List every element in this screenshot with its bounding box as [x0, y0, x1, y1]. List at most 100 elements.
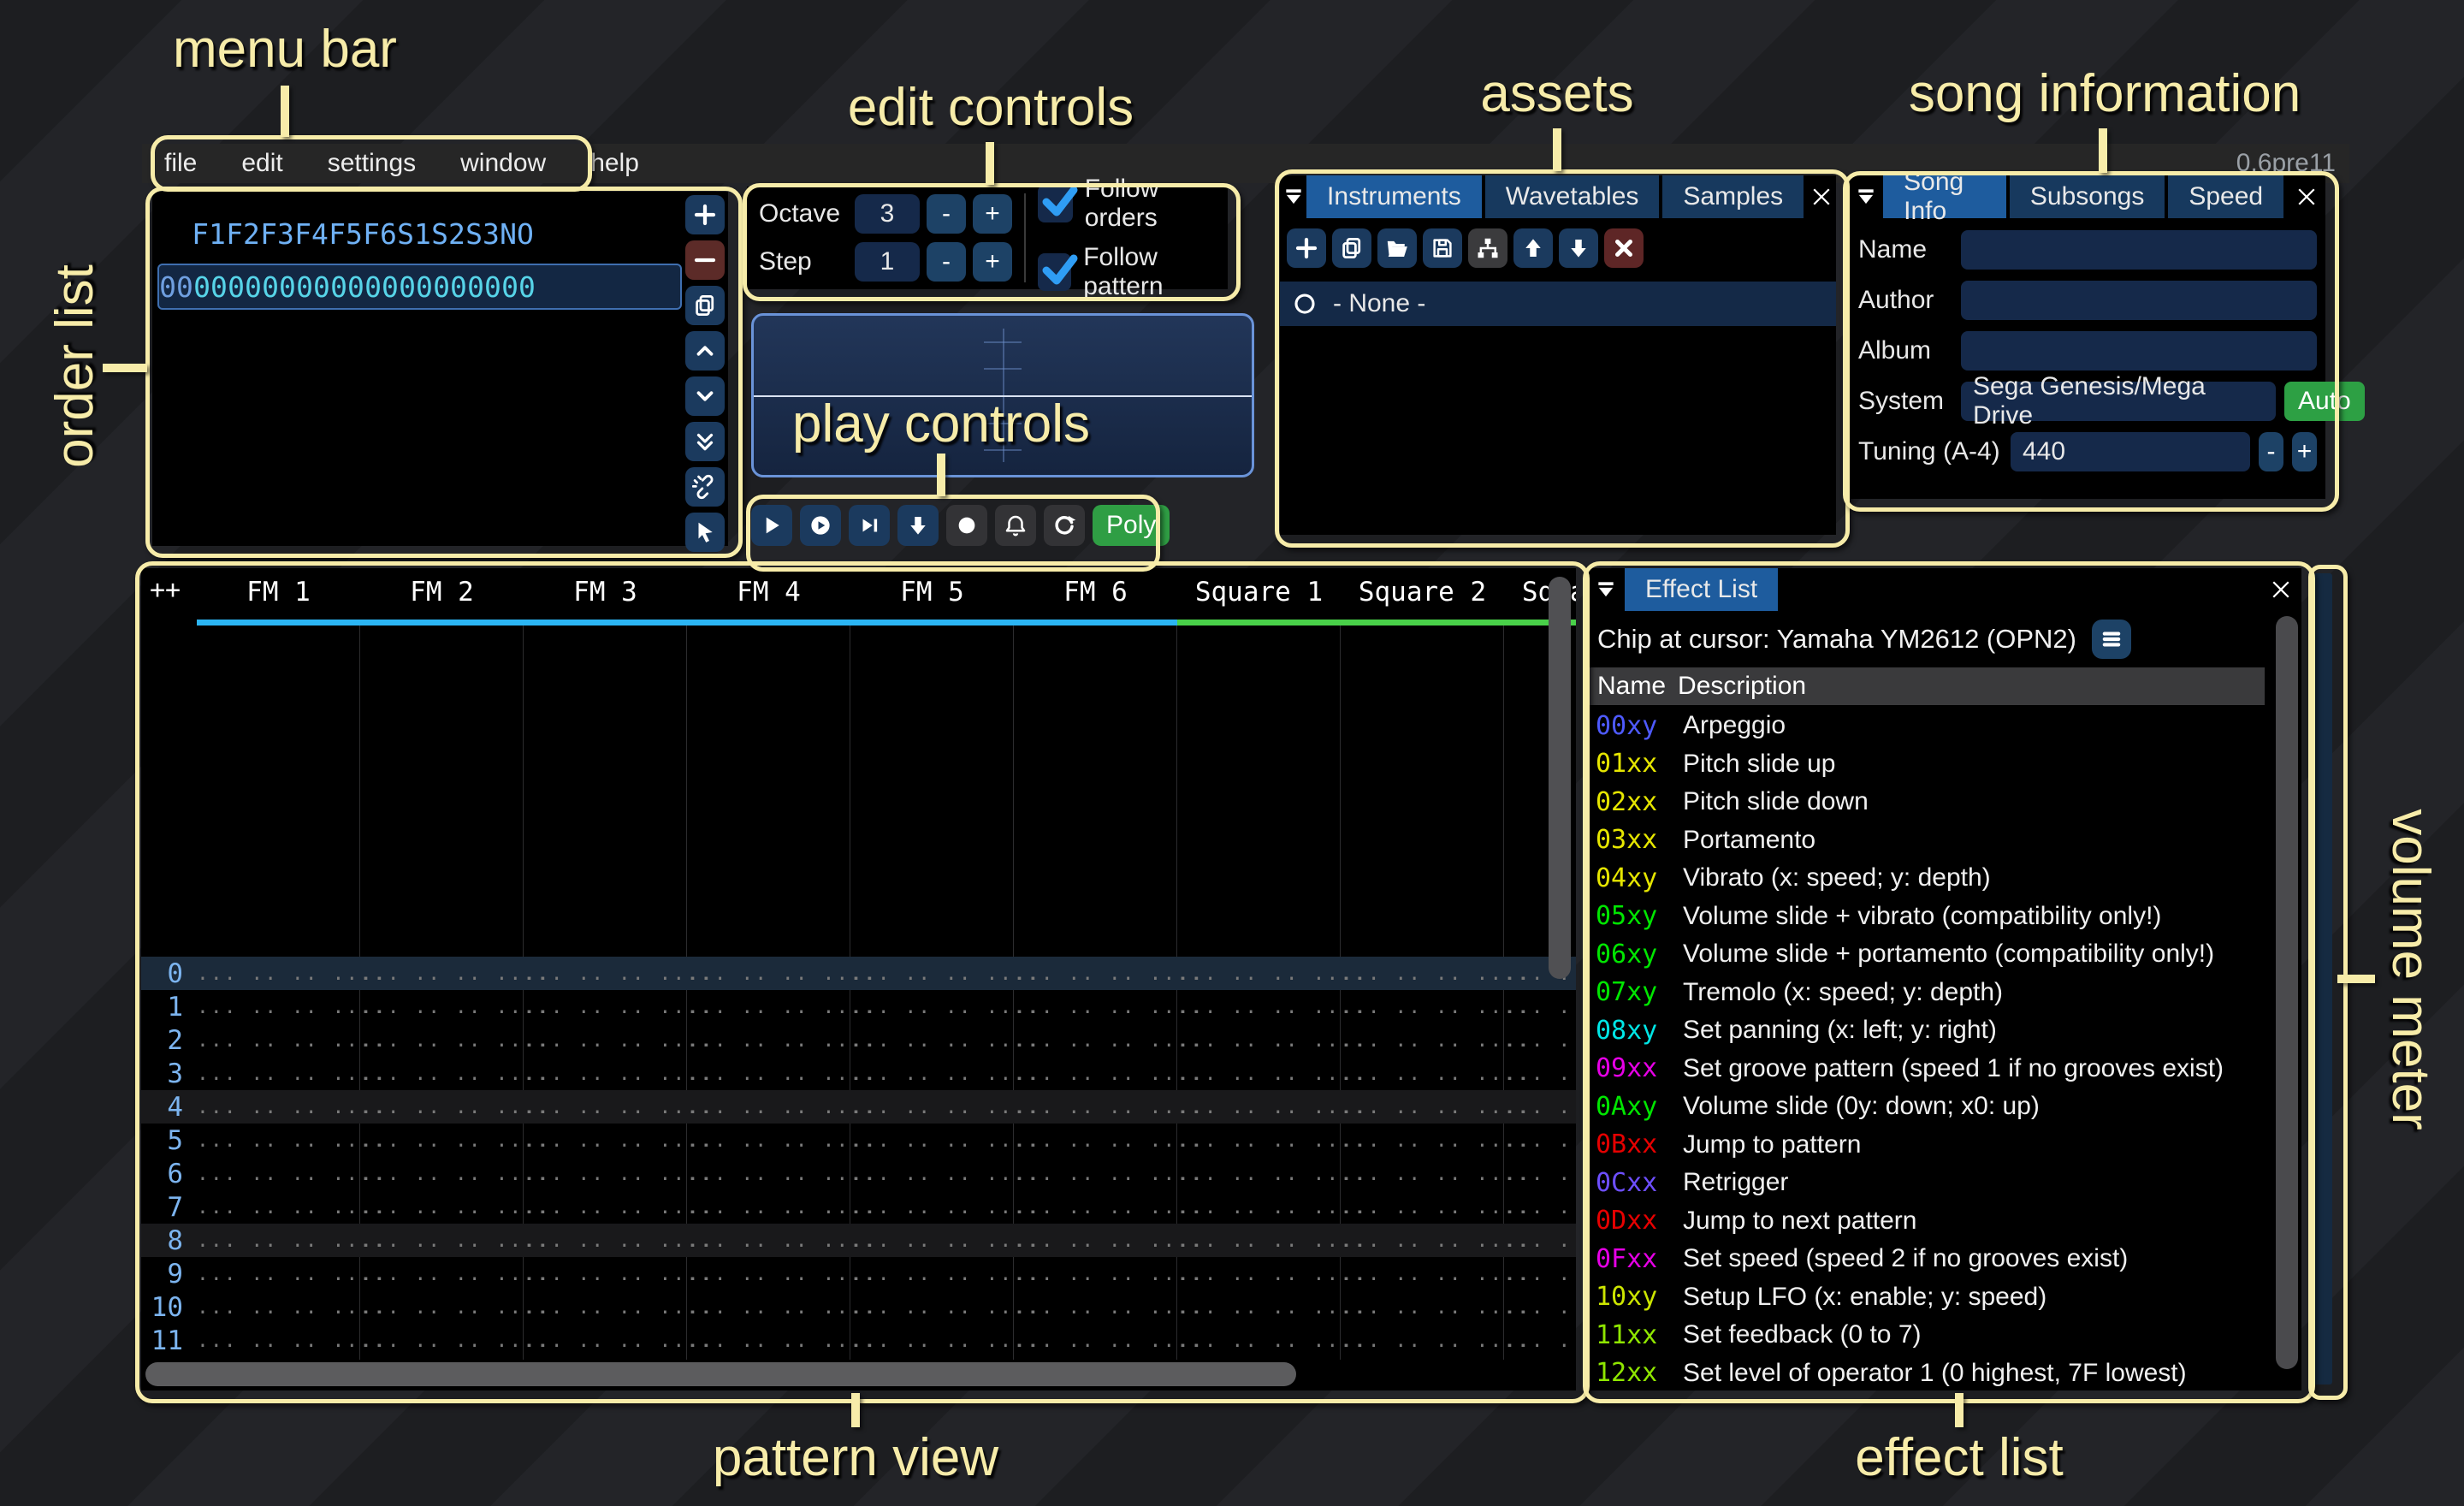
effect-row[interactable]: 0Cxx Retrigger — [1587, 1164, 2301, 1202]
order-cell[interactable]: 00 — [501, 270, 536, 304]
pattern-cell[interactable]: ... .. .. .... — [1014, 1263, 1177, 1285]
pattern-cell[interactable]: ... .. .. .... — [1177, 1063, 1341, 1085]
assets-tab[interactable]: Samples — [1662, 175, 1804, 218]
effect-row[interactable]: 02xx Pitch slide down — [1587, 783, 2301, 821]
pattern-cell[interactable]: ... .. .. .... — [1177, 1163, 1341, 1185]
pattern-cell[interactable]: ... .. .. .... — [524, 1296, 687, 1319]
pattern-cell[interactable]: ... .. .. .... — [687, 1263, 850, 1285]
pattern-row[interactable]: 2 ... .. .. ....... .. .. ....... .. .. … — [141, 1023, 1576, 1057]
pattern-cell[interactable]: ... .. .. .... — [850, 1063, 1014, 1085]
name-input[interactable] — [1961, 230, 2317, 270]
pattern-cell[interactable]: ... .. .. .... — [1504, 1263, 1576, 1285]
pattern-row[interactable]: 8 ... .. .. ....... .. .. ....... .. .. … — [141, 1224, 1576, 1257]
channel-header-cell[interactable]: FM 2 — [360, 568, 524, 628]
pattern-cell[interactable]: ... .. .. .... — [1177, 1230, 1341, 1252]
asset-directory-tree-button[interactable] — [1468, 228, 1507, 268]
tuning-decrement-button[interactable]: - — [2259, 432, 2283, 471]
effect-row[interactable]: 12xx Set level of operator 1 (0 highest,… — [1587, 1355, 2301, 1391]
pattern-cell[interactable]: ... .. .. .... — [1177, 1263, 1341, 1285]
effect-list-scrollbar[interactable] — [2276, 616, 2298, 1369]
pattern-cell[interactable]: ... .. .. .... — [850, 1096, 1014, 1118]
pattern-cell[interactable]: ... .. .. .... — [1177, 996, 1341, 1018]
pattern-cell[interactable]: ... .. .. .... — [360, 1230, 524, 1252]
channel-header-cell[interactable]: FM 5 — [850, 568, 1014, 628]
pattern-cell[interactable]: ... .. .. .... — [197, 1230, 360, 1252]
pattern-cell[interactable]: ... .. .. .... — [850, 1230, 1014, 1252]
pattern-cell[interactable]: ... .. .. .... — [360, 996, 524, 1018]
song-info-tab[interactable]: Subsongs — [2010, 175, 2165, 218]
pattern-cell[interactable]: ... .. .. .... — [1504, 1296, 1576, 1319]
step-increment-button[interactable]: + — [973, 242, 1012, 282]
effect-row[interactable]: 0Dxx Jump to next pattern — [1587, 1202, 2301, 1241]
pattern-cell[interactable]: ... .. .. .... — [687, 1163, 850, 1185]
order-cell[interactable]: 00 — [433, 270, 467, 304]
collapse-window-icon[interactable] — [1587, 568, 1625, 611]
pattern-cell[interactable]: ... .. .. .... — [1014, 1163, 1177, 1185]
pattern-cell[interactable]: ... .. .. .... — [1177, 1029, 1341, 1052]
album-input[interactable] — [1961, 331, 2317, 371]
effect-row[interactable]: 07xy Tremolo (x: speed; y: depth) — [1587, 974, 2301, 1012]
pattern-cell[interactable]: ... .. .. .... — [360, 1196, 524, 1218]
follow-pattern-checkbox[interactable] — [1038, 253, 1071, 291]
follow-orders-checkbox[interactable] — [1038, 185, 1073, 222]
pattern-row[interactable]: 0 ... .. .. ....... .. .. ....... .. .. … — [141, 957, 1576, 990]
pattern-cell[interactable]: ... .. .. .... — [524, 1263, 687, 1285]
order-cell[interactable]: 00 — [330, 270, 364, 304]
pattern-cell[interactable]: ... .. .. .... — [360, 1096, 524, 1118]
menu-item[interactable]: window — [438, 149, 568, 178]
collapse-window-icon[interactable] — [1848, 175, 1883, 218]
pattern-cell[interactable]: ... .. .. .... — [360, 963, 524, 985]
collapse-window-icon[interactable] — [1280, 175, 1306, 218]
order-move-down-button[interactable] — [685, 376, 725, 416]
pattern-cell[interactable]: ... .. .. .... — [197, 1330, 360, 1352]
menu-item[interactable]: help — [568, 149, 661, 178]
pattern-options-button[interactable]: ++ — [150, 575, 181, 605]
pattern-cell[interactable]: ... .. .. .... — [1014, 1029, 1177, 1052]
pattern-cell[interactable]: ... .. .. .... — [1341, 1130, 1504, 1152]
pattern-cell[interactable]: ... .. .. .... — [524, 1096, 687, 1118]
octave-decrement-button[interactable]: - — [927, 194, 966, 234]
pattern-cell[interactable]: ... .. .. .... — [524, 1029, 687, 1052]
pattern-cell[interactable]: ... .. .. .... — [850, 1029, 1014, 1052]
pattern-cell[interactable]: ... .. .. .... — [687, 1029, 850, 1052]
menu-item[interactable]: edit — [219, 149, 305, 178]
pattern-cell[interactable]: ... .. .. .... — [1177, 1330, 1341, 1352]
pattern-cell[interactable]: ... .. .. .... — [1341, 1196, 1504, 1218]
step-decrement-button[interactable]: - — [927, 242, 966, 282]
add-asset-button[interactable] — [1287, 228, 1326, 268]
order-deep-clone-unlink-button[interactable] — [685, 467, 725, 507]
pattern-cell[interactable]: ... .. .. .... — [1504, 1163, 1576, 1185]
pattern-cell[interactable]: ... .. .. .... — [850, 963, 1014, 985]
order-duplicate-button[interactable] — [685, 286, 725, 325]
effect-row[interactable]: 01xx Pitch slide up — [1587, 745, 2301, 784]
pattern-cell[interactable]: ... .. .. .... — [524, 1163, 687, 1185]
channel-header-cell[interactable]: FM 3 — [524, 568, 687, 628]
pattern-cell[interactable]: ... .. .. .... — [850, 996, 1014, 1018]
pattern-cell[interactable]: ... .. .. .... — [197, 1296, 360, 1319]
pattern-cell[interactable]: ... .. .. .... — [850, 1330, 1014, 1352]
pattern-cell[interactable]: ... .. .. .... — [1341, 996, 1504, 1018]
play-button[interactable] — [751, 505, 792, 546]
pattern-cell[interactable]: ... .. .. .... — [197, 996, 360, 1018]
effect-row[interactable]: 10xy Setup LFO (x: enable; y: speed) — [1587, 1278, 2301, 1317]
step-one-row-button[interactable] — [897, 505, 939, 546]
pattern-cell[interactable]: ... .. .. .... — [687, 963, 850, 985]
effect-row[interactable]: 11xx Set feedback (0 to 7) — [1587, 1316, 2301, 1355]
pattern-cell[interactable]: ... .. .. .... — [1504, 996, 1576, 1018]
menu-item[interactable]: file — [142, 149, 219, 178]
channel-header-cell[interactable]: FM 4 — [687, 568, 850, 628]
system-select[interactable]: Sega Genesis/Mega Drive — [1961, 382, 2276, 421]
pattern-cell[interactable]: ... .. .. .... — [1504, 1096, 1576, 1118]
pattern-cell[interactable]: ... .. .. .... — [687, 1196, 850, 1218]
order-cell[interactable]: 00 — [399, 270, 433, 304]
order-change-all-button[interactable] — [685, 513, 725, 552]
pattern-cell[interactable]: ... .. .. .... — [197, 1163, 360, 1185]
tuning-increment-button[interactable]: + — [2292, 432, 2317, 471]
pattern-cell[interactable]: ... .. .. .... — [1177, 1130, 1341, 1152]
pattern-cell[interactable]: ... .. .. .... — [1341, 1029, 1504, 1052]
pattern-cell[interactable]: ... .. .. .... — [687, 1330, 850, 1352]
order-cell[interactable]: 00 — [262, 270, 296, 304]
pattern-row[interactable]: 4 ... .. .. ....... .. .. ....... .. .. … — [141, 1090, 1576, 1124]
channel-header-cell[interactable]: Square 1 — [1177, 568, 1341, 628]
pattern-cell[interactable]: ... .. .. .... — [1014, 1096, 1177, 1118]
